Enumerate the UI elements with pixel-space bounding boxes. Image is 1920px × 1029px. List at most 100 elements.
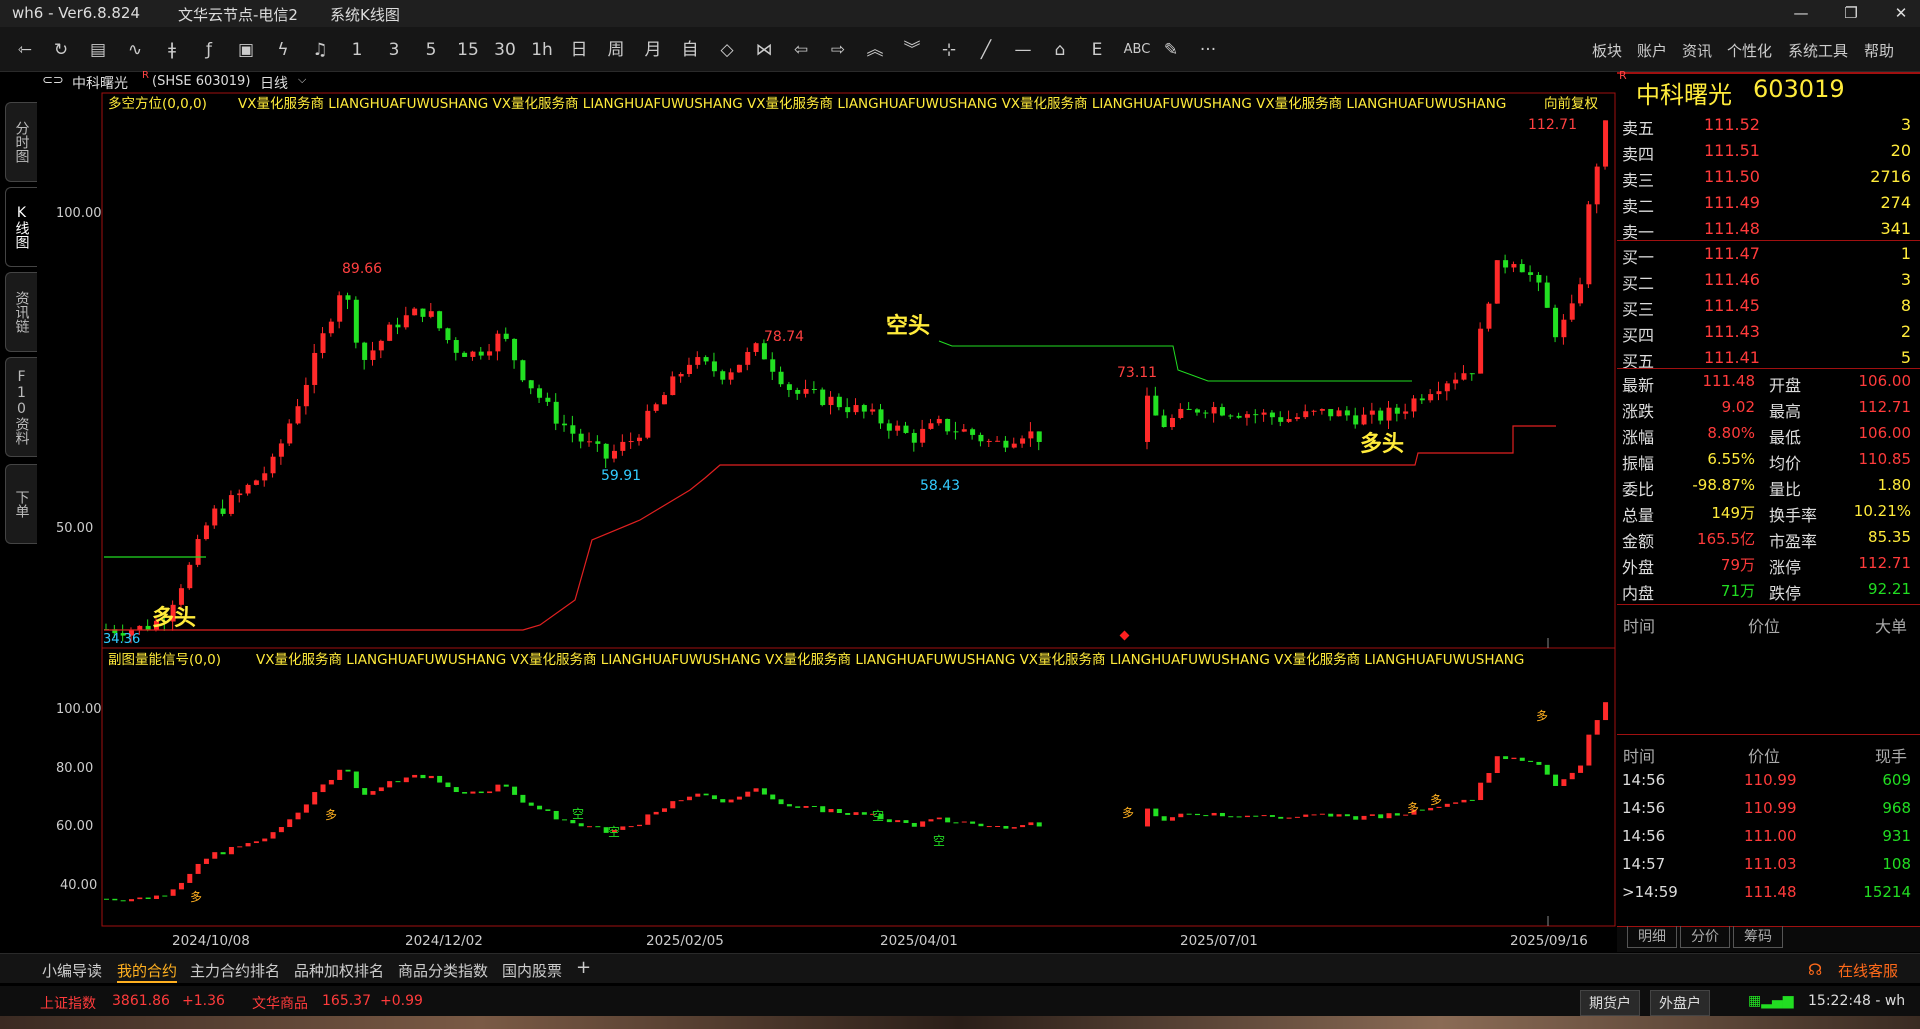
tab-detail[interactable]: 明细 — [1627, 926, 1677, 948]
menu-tools[interactable]: 系统工具 — [1788, 40, 1848, 61]
tick-row[interactable]: 14:56 110.99 609 — [1619, 768, 1915, 794]
stat-value: 9.02 — [1721, 398, 1755, 416]
candle-body — [195, 539, 201, 565]
sub-candle — [237, 846, 243, 848]
sub-candle — [786, 804, 792, 807]
tab-chips[interactable]: 筹码 — [1733, 926, 1783, 948]
sub-candle — [928, 819, 934, 822]
stat-row[interactable]: 振幅 6.55% 均价 110.85 — [1619, 447, 1915, 473]
stat-row[interactable]: 委比 -98.87% 量比 1.80 — [1619, 473, 1915, 499]
candle-body — [345, 295, 351, 300]
menu-account[interactable]: 账户 — [1637, 40, 1667, 61]
candle-body — [695, 357, 701, 365]
candle-body — [795, 389, 801, 394]
index2-change: +0.99 — [380, 993, 423, 1009]
sub-candle — [512, 786, 518, 795]
sub-candle — [1011, 827, 1017, 829]
ask-row[interactable]: 卖二 111.49 274 — [1619, 190, 1915, 216]
candle-body — [753, 343, 759, 352]
tab-main-ranking[interactable]: 主力合约排名 — [190, 960, 280, 981]
candle-body — [636, 437, 642, 442]
ask-price: 111.51 — [1704, 141, 1760, 160]
main-indicator-label[interactable]: 多空方位(0,0,0) — [108, 95, 207, 112]
maximize-button[interactable]: ❐ — [1836, 4, 1866, 26]
index1-name[interactable]: 上证指数 — [40, 993, 96, 1013]
sub-candle — [1036, 822, 1042, 827]
sub-candle — [178, 882, 184, 890]
tab-domestic-stocks[interactable]: 国内股票 — [502, 960, 562, 981]
close-button[interactable]: ✕ — [1886, 4, 1916, 26]
signal-duo: 多 — [1536, 709, 1548, 723]
stat-label-2: 最高 — [1769, 402, 1802, 421]
tick-row[interactable]: 14:57 111.03 108 — [1619, 852, 1915, 878]
ask-row[interactable]: 卖四 111.51 20 — [1619, 138, 1915, 164]
stat-row[interactable]: 最新 111.48 开盘 106.00 — [1619, 369, 1915, 395]
sub-candle — [1428, 807, 1434, 811]
ask-row[interactable]: 卖一 111.48 341 — [1619, 216, 1915, 242]
minimize-button[interactable]: — — [1786, 4, 1816, 26]
bear-stop-line-2 — [938, 340, 1412, 382]
index2-name[interactable]: 文华商品 — [252, 993, 308, 1013]
tick-row[interactable]: >14:59 111.48 15214 — [1619, 880, 1915, 906]
trough-label-2: 58.43 — [920, 478, 960, 494]
menu-help[interactable]: 帮助 — [1864, 40, 1894, 61]
candle-body — [770, 359, 776, 372]
sub-candle — [861, 812, 867, 815]
tab-weighted-ranking[interactable]: 品种加权排名 — [294, 960, 384, 981]
signal-duo: 多 — [190, 890, 202, 904]
stat-row[interactable]: 金额 165.5亿 市盈率 85.35 — [1619, 525, 1915, 551]
headset-icon[interactable]: ☊ — [1808, 960, 1822, 979]
candle-body — [1253, 414, 1259, 416]
candle-body — [920, 428, 926, 443]
candle-body — [1594, 166, 1600, 205]
tab-editor-guide[interactable]: 小编导读 — [42, 960, 102, 981]
candle-body — [1219, 407, 1225, 416]
tab-commodity-index[interactable]: 商品分类指数 — [398, 960, 488, 981]
candle-body — [1503, 260, 1509, 268]
adjust-mode[interactable]: 向前复权 — [1544, 95, 1598, 112]
sub-candle — [753, 788, 759, 792]
candle-body — [1519, 264, 1525, 273]
chart-area[interactable]: 多空方位(0,0,0) VX量化服务商 LIANGHUAFUWUSHANG VX… — [0, 0, 1617, 953]
tick-row[interactable]: 14:56 110.99 968 — [1619, 796, 1915, 822]
bid-row[interactable]: 买三 111.45 8 — [1619, 293, 1915, 319]
candle-body — [1178, 408, 1184, 418]
stat-row[interactable]: 外盘 79万 涨停 112.71 — [1619, 551, 1915, 577]
tab-price-dist[interactable]: 分价 — [1680, 926, 1730, 948]
sub-candle — [1211, 812, 1217, 816]
tick-volume: 15214 — [1863, 883, 1911, 901]
sub-candle — [1553, 774, 1559, 786]
add-tab-button[interactable]: + — [576, 957, 591, 978]
candle-body — [1294, 417, 1300, 419]
sub-candle — [945, 817, 951, 823]
sub-candle — [1194, 813, 1200, 816]
stat-row[interactable]: 涨跌 9.02 最高 112.71 — [1619, 395, 1915, 421]
stat-row[interactable]: 涨幅 8.80% 最低 106.00 — [1619, 421, 1915, 447]
candle-body — [537, 388, 543, 398]
sub-candle — [120, 900, 126, 902]
menu-personalize[interactable]: 个性化 — [1727, 40, 1772, 61]
ask-label: 卖五 — [1622, 119, 1655, 138]
sub-candle — [537, 805, 543, 810]
menu-news[interactable]: 资讯 — [1682, 40, 1712, 61]
foreign-account-button[interactable]: 外盘户 — [1650, 990, 1710, 1016]
futures-account-button[interactable]: 期货户 — [1580, 990, 1640, 1016]
stat-value-2: 85.35 — [1868, 528, 1911, 546]
candle-body — [145, 625, 151, 630]
tab-my-contracts[interactable]: 我的合约 — [117, 960, 178, 983]
ask-row[interactable]: 卖五 111.52 3 — [1619, 112, 1915, 138]
bid-row[interactable]: 买一 111.47 1 — [1619, 241, 1915, 267]
sub-candle — [303, 804, 309, 813]
ask-row[interactable]: 卖三 111.50 2716 — [1619, 164, 1915, 190]
stat-row[interactable]: 总量 149万 换手率 10.21% — [1619, 499, 1915, 525]
sub-indicator-label[interactable]: 副图量能信号(0,0) — [108, 652, 221, 668]
sub-candle — [978, 823, 984, 827]
stat-row[interactable]: 内盘 71万 跌停 92.21 — [1619, 577, 1915, 603]
candle-body — [1261, 412, 1267, 415]
online-service-link[interactable]: 在线客服 — [1838, 960, 1898, 981]
bid-row[interactable]: 买四 111.43 2 — [1619, 319, 1915, 345]
bid-row[interactable]: 买二 111.46 3 — [1619, 267, 1915, 293]
tick-row[interactable]: 14:56 111.00 931 — [1619, 824, 1915, 850]
candle-body — [237, 493, 243, 496]
sub-candle — [1569, 772, 1575, 780]
